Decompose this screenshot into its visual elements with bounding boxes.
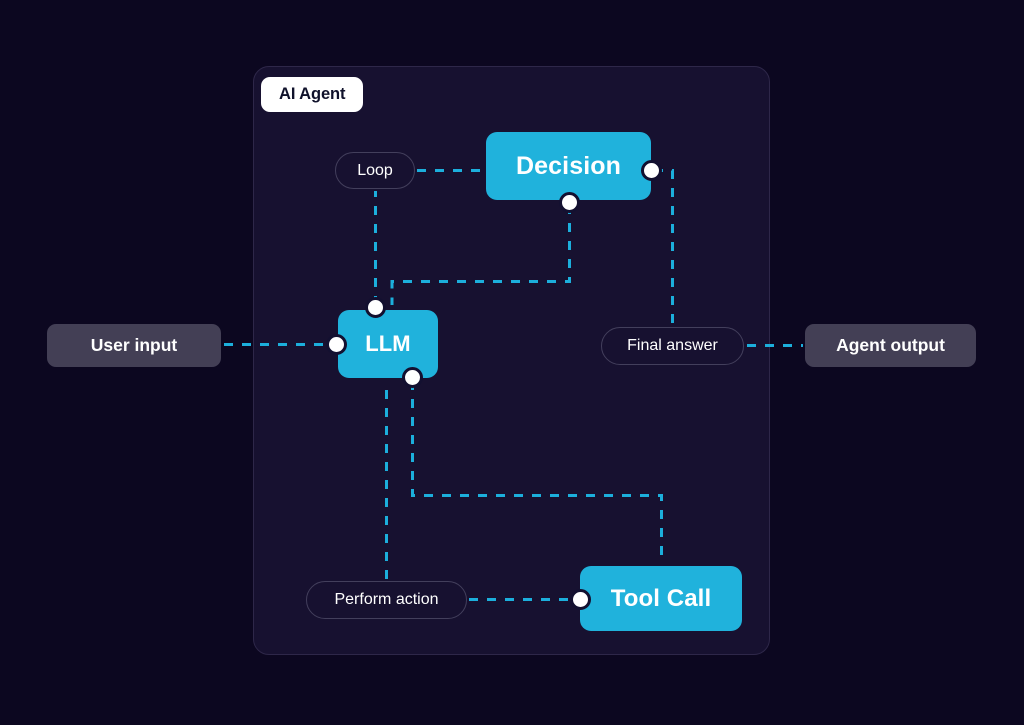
handle-decision-bottom[interactable] (559, 192, 580, 213)
ai-agent-tag: AI Agent (261, 77, 364, 112)
node-user-input[interactable]: User input (47, 324, 221, 367)
handle-decision-right[interactable] (641, 160, 662, 181)
handle-llm-bottom[interactable] (402, 367, 423, 388)
diagram-canvas: AI Agent User input Agent output Loop Fi… (0, 0, 1024, 725)
handle-llm-left[interactable] (326, 334, 347, 355)
node-agent-output[interactable]: Agent output (805, 324, 976, 367)
node-tool-call[interactable]: Tool Call (580, 566, 742, 631)
handle-tool-call-left[interactable] (570, 589, 591, 610)
node-decision[interactable]: Decision (486, 132, 651, 200)
node-llm[interactable]: LLM (338, 310, 438, 378)
handle-llm-top[interactable] (365, 297, 386, 318)
label-perform-action[interactable]: Perform action (306, 581, 467, 619)
label-final-answer[interactable]: Final answer (601, 327, 744, 365)
label-loop[interactable]: Loop (335, 152, 415, 189)
